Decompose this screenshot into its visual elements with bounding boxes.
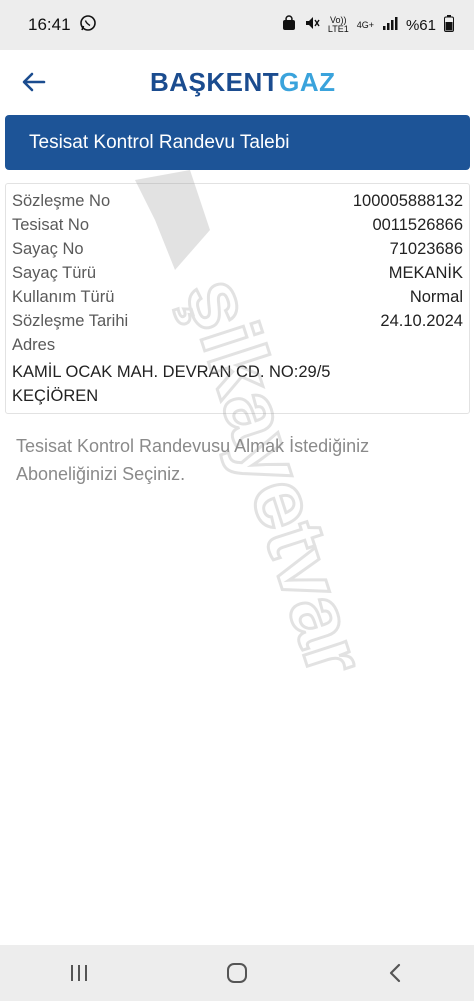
address-value: KAMİL OCAK MAH. DEVRAN CD. NO:29/5 KEÇİÖ… [12,363,331,405]
network-type: 4G+ [356,19,374,30]
home-icon [227,963,247,983]
detail-label: Sözleşme No [12,191,111,210]
page-title: Tesisat Kontrol Randevu Talebi [5,115,470,170]
recent-apps-button[interactable] [49,953,109,993]
baskentgaz-logo: BAŞKENTGAZ [150,65,336,99]
detail-row-usage-type: Kullanım Türü Normal [12,285,463,309]
signal-icon [382,16,398,34]
arrow-left-icon [22,72,46,92]
detail-row-installation-no: Tesisat No 0011526866 [12,213,463,237]
detail-value: MEKANİK [388,263,463,282]
instruction-text: Tesisat Kontrol Randevusu Almak İstediği… [16,436,370,484]
app-header: BAŞKENTGAZ [0,50,474,114]
battery-level: %61 [405,16,436,34]
battery-icon [444,14,454,36]
detail-value: 0011526866 [372,215,463,234]
whatsapp-icon [79,14,97,37]
system-nav-bar [0,945,474,1001]
detail-label: Sayaç Türü [12,263,97,282]
status-bar: 16:41 Vo)) LTE1 4G+ %61 [0,0,474,50]
lte-label: LTE1 [327,24,349,34]
logo-part1: BAŞKENT [150,67,280,97]
detail-value: 24.10.2024 [380,311,463,330]
detail-label: Sözleşme Tarihi [12,311,129,330]
detail-row-meter-no: Sayaç No 71023686 [12,237,463,261]
security-icon [282,15,296,35]
recent-apps-icon [71,965,87,981]
detail-label: Tesisat No [12,215,90,234]
logo-part2: GAZ [279,67,336,97]
detail-label: Kullanım Türü [12,287,115,306]
system-back-button[interactable] [365,953,425,993]
status-time: 16:41 [28,15,71,34]
volte-indicator: Vo)) LTE1 [328,16,349,34]
address-label: Adres [12,336,56,354]
home-button[interactable] [207,953,267,993]
back-icon [389,963,401,983]
detail-value: 71023686 [389,239,463,258]
detail-label: Sayaç No [12,239,84,258]
detail-row-contract-no: Sözleşme No 100005888132 [12,189,463,213]
detail-row-contract-date: Sözleşme Tarihi 24.10.2024 [12,309,463,333]
detail-row-meter-type: Sayaç Türü MEKANİK [12,261,463,285]
subscription-card[interactable]: Sözleşme No 100005888132 Tesisat No 0011… [5,183,470,414]
detail-value: 100005888132 [352,191,463,210]
back-button[interactable] [18,66,50,98]
mute-icon [304,15,320,35]
detail-value: Normal [409,287,463,306]
